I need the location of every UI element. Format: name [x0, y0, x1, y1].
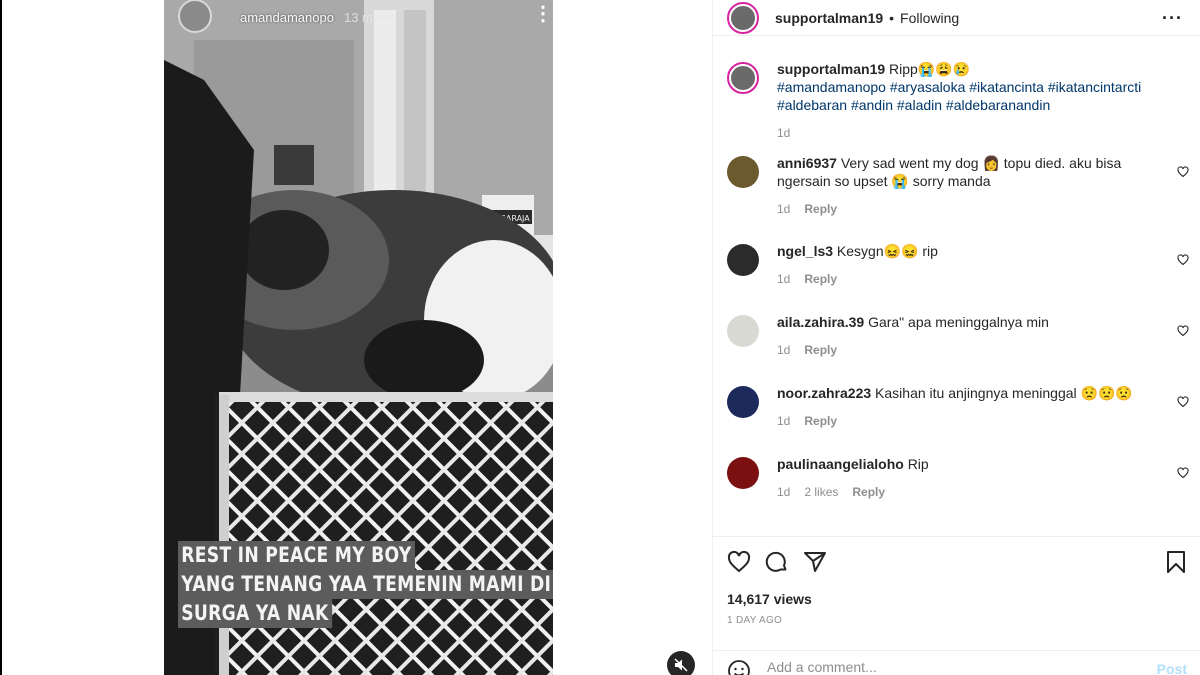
comment-body: aila.zahira.39 Gara" apa meninggalnya mi…	[777, 313, 1157, 384]
comment-row: anni6937 Very sad went my dog 👩 topu die…	[713, 154, 1200, 242]
caption-hashtags[interactable]: #amandamanopo #aryasaloka #ikatancinta #…	[777, 79, 1141, 113]
reply-button[interactable]: Reply	[804, 200, 837, 218]
comment-body: paulinaangelialoho Rip 1d 2 likes Reply	[777, 455, 1157, 526]
smiley-icon[interactable]	[727, 659, 751, 675]
comment-text: Kasihan itu anjingnya meninggal 😟😟😟	[875, 385, 1133, 401]
comment-time: 1d	[777, 202, 791, 216]
comment-meta: 1d Reply	[777, 412, 1157, 430]
caption-username[interactable]: supportalman19	[777, 61, 885, 77]
caption-line: SURGA YA NAK	[178, 599, 332, 628]
caption-time: 1d	[777, 126, 791, 140]
comment-meta: 1d 2 likes Reply	[777, 483, 1157, 501]
mute-button[interactable]	[667, 651, 695, 675]
paper-plane-icon[interactable]	[803, 550, 827, 574]
comment-username[interactable]: aila.zahira.39	[777, 314, 864, 330]
comment-username[interactable]: paulinaangelialoho	[777, 456, 904, 472]
comment-username[interactable]: noor.zahra223	[777, 385, 871, 401]
reply-button[interactable]: Reply	[804, 270, 837, 288]
muted-speaker-icon	[674, 658, 688, 672]
media-area: SINGARAJA amandamanopo 13	[0, 0, 712, 675]
caption-line: YANG TENANG YAA TEMENIN MAMI DI	[178, 570, 553, 599]
story-username[interactable]: amandamanopo	[240, 10, 334, 25]
commenter-avatar[interactable]	[727, 156, 759, 188]
comment-body: noor.zahra223 Kasihan itu anjingnya meni…	[777, 384, 1157, 455]
comment-likes[interactable]: 2 likes	[804, 483, 838, 501]
story-header: amandamanopo 13 menit ⋮	[164, 0, 553, 34]
comment-time: 1d	[777, 272, 791, 286]
comment-input[interactable]	[767, 659, 1127, 675]
comment-row: aila.zahira.39 Gara" apa meninggalnya mi…	[713, 313, 1200, 384]
story-time: 13 menit	[343, 9, 394, 25]
instagram-post-page: SINGARAJA amandamanopo 13	[0, 0, 1200, 675]
comment-time: 1d	[777, 414, 791, 428]
comment-username[interactable]: anni6937	[777, 155, 837, 171]
caption-avatar[interactable]	[727, 62, 759, 94]
commenter-avatar[interactable]	[727, 244, 759, 276]
comment-row: noor.zahra223 Kasihan itu anjingnya meni…	[713, 384, 1200, 455]
comment-text: Rip	[907, 456, 929, 472]
comment-text: Gara" apa meninggalnya min	[868, 314, 1049, 330]
comment-composer: Post	[713, 650, 1200, 675]
commenter-avatar[interactable]	[727, 386, 759, 418]
heart-icon[interactable]	[727, 550, 751, 574]
comment-icon[interactable]	[765, 550, 789, 574]
story-caption: REST IN PEACE MY BOY YANG TENANG YAA TEM…	[178, 541, 553, 628]
reply-button[interactable]: Reply	[852, 483, 885, 501]
post-header: supportalman19 • Following ···	[713, 0, 1200, 36]
more-icon[interactable]: ⋮	[533, 4, 553, 24]
caption-meta: 1d	[777, 124, 1157, 142]
comment-row: paulinaangelialoho Rip 1d 2 likes Reply	[713, 455, 1200, 526]
comment-row: ngel_ls3 Kesygn😖😖 rip 1d Reply	[713, 242, 1200, 313]
comment-username[interactable]: ngel_ls3	[777, 243, 833, 259]
story-video[interactable]: SINGARAJA amandamanopo 13	[164, 0, 553, 675]
comment-time: 1d	[777, 343, 791, 357]
action-icons	[727, 549, 1187, 575]
comment-time: 1d	[777, 485, 791, 499]
comment-meta: 1d Reply	[777, 341, 1157, 359]
post-timestamp: 1 DAY AGO	[727, 615, 783, 626]
caption-text: Ripp😭😩😢	[889, 61, 971, 77]
caption-line: REST IN PEACE MY BOY	[178, 541, 415, 570]
comment-text: Kesygn😖😖 rip	[836, 243, 938, 259]
story-avatar[interactable]	[178, 0, 212, 33]
view-count[interactable]: 14,617 views	[727, 591, 1187, 607]
separator-dot: •	[889, 9, 895, 26]
comment-meta: 1d Reply	[777, 200, 1157, 218]
author-avatar[interactable]	[727, 1, 759, 34]
bookmark-icon[interactable]	[1165, 550, 1187, 574]
reply-button[interactable]: Reply	[804, 412, 837, 430]
comment-body: ngel_ls3 Kesygn😖😖 rip 1d Reply	[777, 242, 1157, 313]
comment-body: anni6937 Very sad went my dog 👩 topu die…	[777, 154, 1157, 242]
heart-icon[interactable]	[1177, 254, 1189, 266]
heart-icon[interactable]	[1177, 396, 1189, 408]
caption-body: supportalman19 Ripp😭😩😢 #amandamanopo #ar…	[777, 60, 1157, 154]
reply-button[interactable]: Reply	[804, 341, 837, 359]
comment-meta: 1d Reply	[777, 270, 1157, 288]
heart-icon[interactable]	[1177, 166, 1189, 178]
more-options-icon[interactable]: ···	[1162, 8, 1183, 29]
post-button[interactable]: Post	[1157, 661, 1187, 675]
post-actions: 14,617 views 1 DAY AGO	[713, 536, 1200, 626]
post-caption: supportalman19 Ripp😭😩😢 #amandamanopo #ar…	[713, 60, 1200, 154]
comments-panel: supportalman19 • Following ··· supportal…	[712, 0, 1200, 675]
commenter-avatar[interactable]	[727, 457, 759, 489]
heart-icon[interactable]	[1177, 467, 1189, 479]
comments-list: supportalman19 Ripp😭😩😢 #amandamanopo #ar…	[713, 60, 1200, 535]
author-username[interactable]: supportalman19	[775, 10, 883, 26]
commenter-avatar[interactable]	[727, 315, 759, 347]
heart-icon[interactable]	[1177, 325, 1189, 337]
following-button[interactable]: Following	[900, 10, 959, 26]
